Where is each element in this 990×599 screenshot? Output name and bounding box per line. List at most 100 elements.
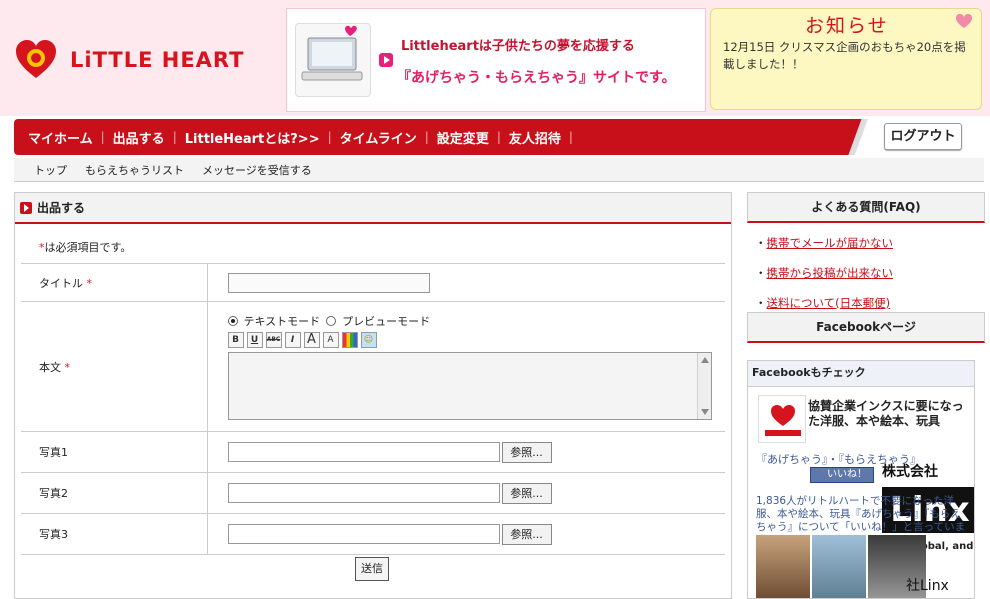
color-pencils-icon[interactable] <box>341 332 358 348</box>
photo3-file-input[interactable] <box>227 524 500 544</box>
site-logo[interactable]: LiTTLE HEART <box>14 38 244 82</box>
form-label-cell: 本文 * <box>21 301 208 432</box>
form-label-cell: タイトル * <box>21 263 208 302</box>
subnav-item-top[interactable]: トップ <box>34 162 67 178</box>
nav-separator: | <box>496 130 501 144</box>
italic-icon[interactable]: I <box>284 332 301 348</box>
photo3-browse-button[interactable]: 参照... <box>501 523 552 545</box>
site-header: LiTTLE HEART Littleheartは子供たちの夢を応援する 『あげ… <box>0 0 990 116</box>
faq-list: ・携帯でメールが届かない ・携帯から投稿が出来ない ・送料について(日本郵便) <box>755 228 893 318</box>
form-value-cell: テキストモード プレビューモード B U ABC I A A ☺ <box>207 301 726 432</box>
textarea-scrollbar[interactable] <box>696 353 711 419</box>
banner-line2: 『あげちゃう・もらえちゃう』サイトです。 <box>397 70 676 86</box>
title-input[interactable] <box>227 272 430 293</box>
form-row-title: タイトル * <box>21 263 725 302</box>
listing-form: タイトル * 本文 * テキストモード プレビューモード B U ABC I A <box>21 263 725 555</box>
mode-selector: テキストモード プレビューモード <box>227 313 726 329</box>
panel-header: 出品する <box>15 193 731 224</box>
form-row-photo3: 写真3 参照... <box>21 513 725 555</box>
play-icon <box>379 53 393 67</box>
facebook-widget: Facebookもチェック 協賛企業インクスに要になった洋服、本や絵本、玩具 『… <box>747 360 975 599</box>
linx-company-label: 株式会社 <box>882 464 938 480</box>
notice-text: 12月15日 クリスマス企画のおもちゃ20点を掲載しました！！ <box>723 40 966 71</box>
fb-page-title[interactable]: 協賛企業インクスに要になった洋服、本や絵本、玩具 <box>808 399 974 429</box>
promo-banner[interactable]: Littleheartは子供たちの夢を応援する 『あげちゃう・もらえちゃう』サイ… <box>286 8 706 112</box>
logout-button[interactable]: ログアウト <box>884 123 962 150</box>
preview-mode-radio[interactable] <box>326 316 337 326</box>
nav-separator: | <box>100 130 105 144</box>
nav-item-myhome[interactable]: マイホーム <box>22 128 99 147</box>
photo1-file-input[interactable] <box>227 442 500 462</box>
form-row-body: 本文 * テキストモード プレビューモード B U ABC I A A ☺ <box>21 301 726 432</box>
fb-like-button[interactable]: いいね！ <box>810 467 874 483</box>
subnav-item-messages[interactable]: メッセージを受信する <box>202 162 312 178</box>
form-row-photo2: 写真2 参照... <box>21 472 725 514</box>
text-mode-label[interactable]: テキストモード <box>244 313 321 329</box>
fb-check-title: Facebookもチェック <box>748 361 974 387</box>
faq-header: よくある質問(FAQ) <box>747 192 985 223</box>
faq-link-shipping[interactable]: 送料について(日本郵便) <box>767 296 891 310</box>
photo2-label: 写真2 <box>21 472 208 514</box>
heart-logo-icon <box>16 40 56 78</box>
heart-icon <box>956 14 972 28</box>
body-textarea[interactable] <box>227 352 712 420</box>
nav-item-timeline[interactable]: タイムライン <box>334 128 423 147</box>
photo3-label: 写真3 <box>21 513 208 555</box>
font-large-icon[interactable]: A <box>303 332 320 348</box>
page-title: 出品する <box>37 201 86 215</box>
fan-photo[interactable] <box>756 535 810 598</box>
nav-separator: | <box>327 130 332 144</box>
nav-item-about[interactable]: LittleHeartとは?>> <box>179 128 326 147</box>
form-value-cell: 参照... <box>207 513 725 555</box>
fan-photo[interactable] <box>812 535 866 598</box>
subnav-item-receive-list[interactable]: もらえちゃうリスト <box>85 162 184 178</box>
fb-photo-caption: 社Linx <box>906 578 949 594</box>
nav-separator: | <box>568 130 573 144</box>
text-mode-radio[interactable] <box>227 316 238 326</box>
sub-nav: トップ もらえちゃうリスト メッセージを受信する <box>14 158 984 182</box>
strikethrough-icon[interactable]: ABC <box>265 332 282 348</box>
photo1-label: 写真1 <box>21 431 208 473</box>
font-small-icon[interactable]: A <box>322 332 339 348</box>
required-note: *は必須項目です。 <box>39 239 131 255</box>
nav-item-invite[interactable]: 友人招待 <box>503 128 567 147</box>
list-item: ・携帯から投稿が出来ない <box>755 266 894 280</box>
listing-panel: 出品する *は必須項目です。 タイトル * 本文 * テキストモード プレビュー… <box>14 192 732 599</box>
form-value-cell: 参照... <box>207 472 725 514</box>
editor-toolbar: B U ABC I A A ☺ <box>227 332 726 348</box>
laptop-icon <box>295 23 371 97</box>
nav-item-settings[interactable]: 設定変更 <box>431 128 495 147</box>
fb-content: 協賛企業インクスに要になった洋服、本や絵本、玩具 『あげちゃう』・『もらえちゃう… <box>756 395 974 598</box>
photo2-browse-button[interactable]: 参照... <box>501 482 552 504</box>
logo-text: LiTTLE HEART <box>70 48 245 72</box>
banner-line1: Littleheartは子供たちの夢を応援する <box>401 39 635 54</box>
photo2-file-input[interactable] <box>227 483 500 503</box>
body-label: 本文 <box>39 360 61 374</box>
emoji-icon[interactable]: ☺ <box>360 332 377 348</box>
form-value-cell <box>207 263 725 302</box>
main-nav: マイホーム | 出品する | LittleHeartとは?>> | タイムライン… <box>14 119 984 155</box>
arrow-square-icon <box>20 201 32 214</box>
nav-item-listing[interactable]: 出品する <box>107 128 171 147</box>
title-label: タイトル <box>39 276 83 290</box>
form-row-photo1: 写真1 参照... <box>21 431 725 473</box>
required-asterisk: * <box>64 360 71 374</box>
faq-link-mobile-post[interactable]: 携帯から投稿が出来ない <box>767 266 894 280</box>
required-note-text: は必須項目です。 <box>44 241 132 254</box>
notice-box: お知らせ 12月15日 クリスマス企画のおもちゃ20点を掲載しました！！ <box>710 8 982 110</box>
form-value-cell: 参照... <box>207 431 725 473</box>
photo1-browse-button[interactable]: 参照... <box>501 441 552 463</box>
preview-mode-label[interactable]: プレビューモード <box>342 313 430 329</box>
submit-button[interactable]: 送信 <box>355 557 389 581</box>
little-heart-thumb[interactable] <box>758 395 806 443</box>
facebook-header: Facebookページ <box>747 312 985 343</box>
notice-title: お知らせ <box>805 15 889 37</box>
list-item: ・携帯でメールが届かない <box>755 236 894 250</box>
nav-separator: | <box>172 130 177 144</box>
underline-icon[interactable]: U <box>246 332 263 348</box>
bold-icon[interactable]: B <box>227 332 244 348</box>
required-asterisk: * <box>86 276 93 290</box>
nav-right-area: ログアウト <box>844 119 984 155</box>
faq-link-mobile-mail[interactable]: 携帯でメールが届かない <box>767 236 894 250</box>
nav-separator: | <box>424 130 429 144</box>
